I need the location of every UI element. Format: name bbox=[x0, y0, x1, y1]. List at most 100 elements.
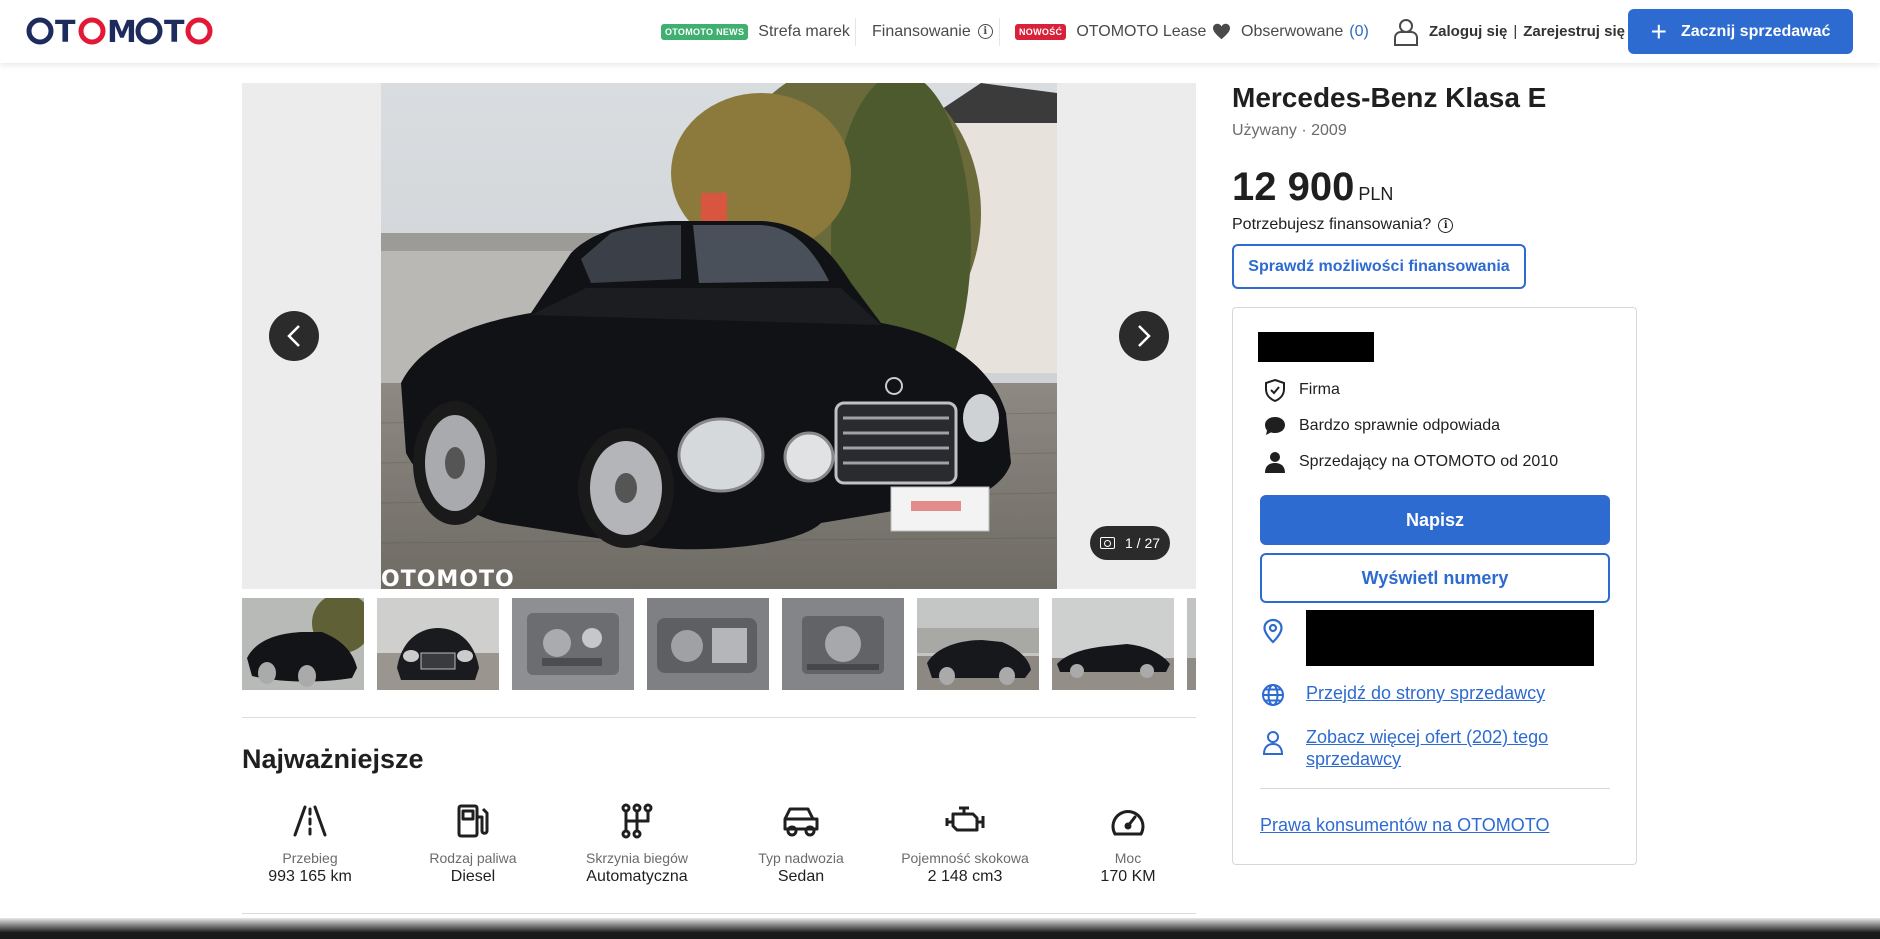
seller-response-label: Bardzo sprawnie odpowiada bbox=[1299, 417, 1501, 434]
otomoto-logo[interactable]: T M T bbox=[26, 14, 214, 48]
register-link[interactable]: Zarejestruj się bbox=[1523, 23, 1625, 40]
thumbnail[interactable] bbox=[917, 598, 1039, 690]
thumbnail-image bbox=[1187, 598, 1196, 690]
photo-counter[interactable]: 1 / 27 bbox=[1090, 526, 1170, 560]
financing-label: Finansowanie bbox=[872, 22, 971, 40]
watched-link[interactable]: Obserwowane (0) bbox=[1212, 0, 1369, 63]
seller-type-label: Firma bbox=[1299, 381, 1340, 398]
camera-icon bbox=[1099, 537, 1115, 549]
heart-icon bbox=[1213, 23, 1230, 40]
spec-label: Skrzynia biegów bbox=[586, 850, 688, 866]
thumbnail[interactable] bbox=[377, 598, 499, 690]
nav-divider bbox=[855, 18, 856, 46]
thumbnail[interactable] bbox=[647, 598, 769, 690]
user-icon bbox=[1394, 18, 1418, 46]
road-icon bbox=[293, 805, 327, 837]
news-badge: OTOMOTO NEWS bbox=[661, 23, 749, 40]
shield-check-icon bbox=[1265, 378, 1285, 402]
spec-value: Automatyczna bbox=[586, 868, 688, 885]
financing-question: Potrzebujesz finansowania? i bbox=[1232, 216, 1454, 234]
brand-zone-label: Strefa marek bbox=[758, 22, 850, 40]
login-separator: | bbox=[1513, 23, 1518, 40]
thumbnail[interactable] bbox=[1052, 598, 1174, 690]
spec-fuel: Rodzaj paliwa Diesel bbox=[398, 800, 548, 886]
thumbnail-image bbox=[917, 598, 1039, 690]
seller-since: Sprzedający na OTOMOTO od 2010 bbox=[1263, 450, 1558, 474]
spec-power: Moc 170 KM bbox=[1053, 800, 1203, 886]
photo-counter-text: 1 / 27 bbox=[1124, 535, 1161, 551]
spec-value: Diesel bbox=[450, 868, 496, 885]
thumbnail-image bbox=[242, 598, 364, 690]
section-divider bbox=[242, 913, 1196, 914]
photo-gallery[interactable]: OTOMOTO 1 / 27 bbox=[242, 83, 1196, 589]
spec-value: 170 KM bbox=[1100, 868, 1156, 885]
seller-since-label: Sprzedający na OTOMOTO od 2010 bbox=[1299, 453, 1559, 470]
show-numbers-button[interactable]: Wyświetl numery bbox=[1260, 553, 1610, 603]
watched-count: (0) bbox=[1349, 22, 1369, 40]
info-icon[interactable]: i bbox=[977, 24, 993, 39]
next-photo-button[interactable] bbox=[1119, 311, 1169, 361]
lease-link[interactable]: NOWOŚĆ OTOMOTO Lease bbox=[1015, 0, 1206, 63]
thumbnail-image bbox=[1052, 598, 1174, 690]
info-icon[interactable]: i bbox=[1438, 217, 1454, 233]
thumbnail[interactable] bbox=[242, 598, 364, 690]
thumbnail[interactable] bbox=[1187, 598, 1196, 690]
location-pin-icon bbox=[1263, 618, 1283, 644]
thumbnail-image bbox=[512, 598, 634, 690]
gearbox-icon bbox=[621, 803, 653, 839]
fuel-pump-icon bbox=[457, 804, 489, 838]
previous-photo-button[interactable] bbox=[269, 311, 319, 361]
spec-value: 2 148 cm3 bbox=[927, 868, 1003, 885]
watched-label: Obserwowane bbox=[1241, 22, 1344, 40]
spec-label: Rodzaj paliwa bbox=[429, 850, 517, 866]
thumbnail-image bbox=[377, 598, 499, 690]
seller-card: Firma Bardzo sprawnie odpowiada Sprzedaj… bbox=[1232, 307, 1637, 865]
nav-divider bbox=[999, 18, 1000, 46]
price-value: 12 900 bbox=[1232, 165, 1355, 209]
seller-location bbox=[1260, 610, 1594, 666]
highlights-title: Najważniejsze bbox=[242, 744, 424, 774]
svg-text:T: T bbox=[164, 15, 185, 48]
thumbnail[interactable] bbox=[782, 598, 904, 690]
brand-zone-link[interactable]: OTOMOTO NEWS Strefa marek bbox=[661, 0, 850, 63]
check-financing-button[interactable]: Sprawdź możliwości finansowania bbox=[1232, 244, 1526, 289]
listing-title: Mercedes-Benz Klasa E bbox=[1232, 82, 1547, 113]
svg-text:M: M bbox=[107, 15, 138, 48]
seller-name-redacted bbox=[1258, 332, 1374, 362]
thumbnail-image bbox=[647, 598, 769, 690]
person-icon bbox=[1265, 452, 1285, 473]
engine-icon bbox=[945, 806, 985, 832]
photo-watermark: OTOMOTO bbox=[381, 567, 515, 589]
seller-type: Firma bbox=[1263, 378, 1340, 402]
thumbnail[interactable] bbox=[512, 598, 634, 690]
login-link[interactable]: Zaloguj się bbox=[1429, 23, 1507, 40]
start-selling-button[interactable]: + Zacznij sprzedawać bbox=[1628, 9, 1853, 54]
car-body-icon bbox=[783, 807, 819, 837]
bottom-bar bbox=[0, 918, 1880, 939]
financing-link[interactable]: Finansowanie i bbox=[872, 0, 993, 63]
thumbnail-strip bbox=[242, 598, 1196, 690]
spec-body-type: Typ nadwozia Sedan bbox=[726, 800, 876, 886]
otomoto-logo-mark: T M T bbox=[26, 15, 213, 48]
spec-label: Przebieg bbox=[282, 850, 338, 866]
highlights-list: Przebieg 993 165 km Rodzaj paliwa Diesel… bbox=[242, 800, 1196, 900]
spec-label: Pojemność skokowa bbox=[901, 850, 1029, 866]
speedometer-icon bbox=[1111, 810, 1145, 836]
seller-page-link[interactable]: Przejdź do strony sprzedawcy bbox=[1306, 682, 1545, 704]
person-outline-icon bbox=[1262, 731, 1284, 755]
seller-divider bbox=[1260, 788, 1610, 789]
message-seller-button[interactable]: Napisz bbox=[1260, 495, 1610, 545]
lease-label: OTOMOTO Lease bbox=[1076, 22, 1207, 40]
chevron-left-icon bbox=[287, 325, 300, 347]
spec-label: Moc bbox=[1114, 850, 1142, 866]
thumbnail-image bbox=[782, 598, 904, 690]
spec-value: Sedan bbox=[777, 868, 825, 885]
consumer-rights-link[interactable]: Prawa konsumentów na OTOMOTO bbox=[1260, 814, 1549, 836]
listing-subtitle: Używany · 2009 bbox=[1232, 122, 1347, 139]
seller-page-row: Przejdź do strony sprzedawcy bbox=[1260, 682, 1545, 708]
chevron-right-icon bbox=[1138, 325, 1151, 347]
more-offers-link[interactable]: Zobacz więcej ofert (202) tego sprzedawc… bbox=[1306, 726, 1576, 770]
more-offers-row: Zobacz więcej ofert (202) tego sprzedawc… bbox=[1260, 726, 1576, 770]
section-divider bbox=[242, 717, 1196, 718]
seller-address-redacted bbox=[1306, 610, 1594, 666]
